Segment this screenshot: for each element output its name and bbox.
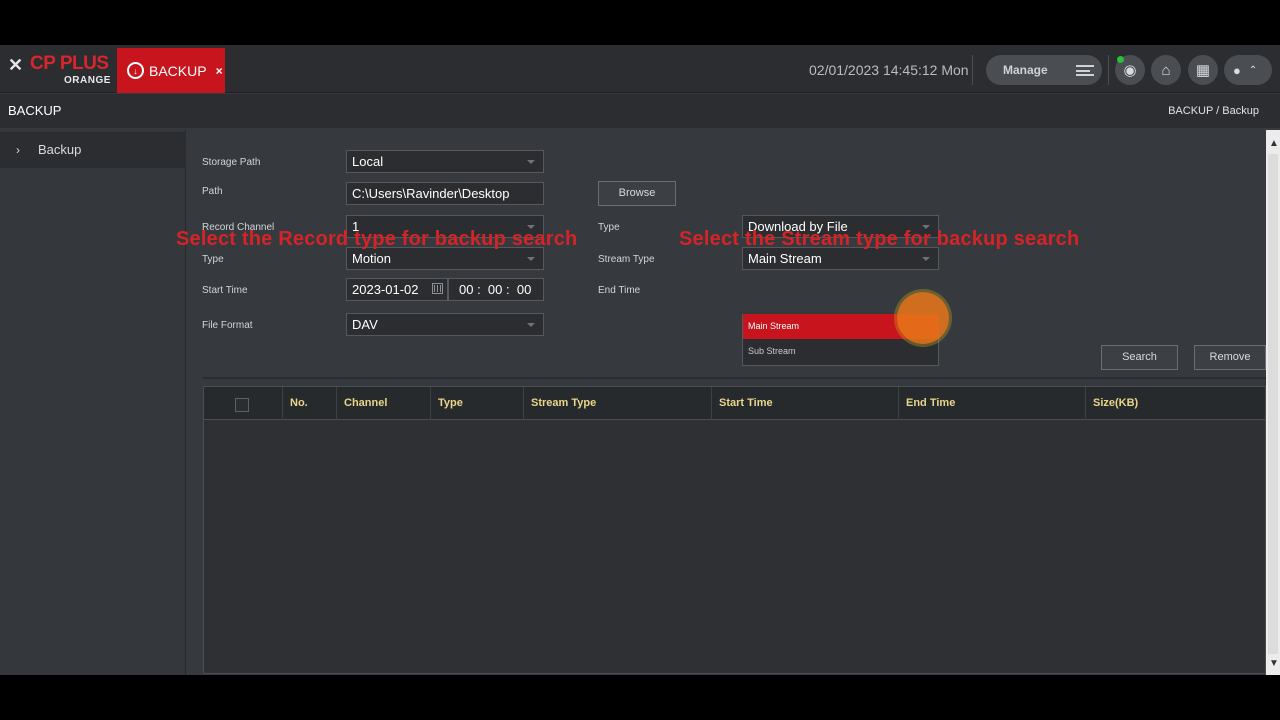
title-bar: BACKUP BACKUP / Backup [0,94,1280,128]
browse-button[interactable]: Browse [598,181,676,206]
column-channel[interactable]: Channel [336,387,430,420]
scrollbar-thumb[interactable] [1268,154,1278,654]
sidebar: › Backup [0,130,186,675]
top-bar: ✕ CP PLUS ORANGE ↓ BACKUP × 02/01/2023 1… [0,45,1280,93]
scroll-up-icon[interactable]: ▲ [1269,138,1279,149]
logo-cross-icon: ✕ [8,55,24,75]
tab-backup[interactable]: ↓ BACKUP × [117,48,225,93]
logo-brand: CP PLUS [30,53,109,74]
download-type-label: Type [598,222,620,233]
table-header: No. Channel Type Stream Type Start Time … [204,387,1265,420]
mouse-cursor-highlight [897,292,949,344]
backup-icon: ↓ [127,62,144,79]
remove-button[interactable]: Remove [1194,345,1266,370]
home-button[interactable]: ⌂ [1151,55,1181,85]
results-table: No. Channel Type Stream Type Start Time … [203,386,1266,674]
sidebar-item-backup[interactable]: › Backup [0,132,186,168]
column-size[interactable]: Size(KB) [1085,387,1265,420]
storage-path-select[interactable]: Local [346,150,544,173]
chevron-up-icon: ⌃ [1248,64,1258,76]
sidebar-item-label: Backup [38,142,82,157]
column-end-time[interactable]: End Time [898,387,1085,420]
menu-icon [1076,65,1094,76]
app-window: ✕ CP PLUS ORANGE ↓ BACKUP × 02/01/2023 1… [0,45,1280,675]
column-type[interactable]: Type [430,387,523,420]
user-icon: ● [1233,62,1241,78]
select-all-checkbox[interactable] [235,398,249,412]
user-menu[interactable]: ● ⌃ [1224,55,1272,85]
column-stream-type[interactable]: Stream Type [523,387,711,420]
start-hour[interactable]: 00 [459,282,473,297]
tab-label: BACKUP [149,62,207,79]
search-button[interactable]: Search [1101,345,1178,370]
close-tab-icon[interactable]: × [216,64,223,78]
home-icon: ⌂ [1161,61,1171,79]
start-time-label: Start Time [202,285,248,296]
start-time-input[interactable]: 00 : 00 : 00 [448,278,544,301]
path-label: Path [202,186,223,197]
divider [1108,55,1109,85]
breadcrumb: BACKUP / Backup [1168,105,1259,117]
option-sub-stream[interactable]: Sub Stream [743,339,938,364]
divider [203,377,1266,379]
manage-label: Manage [1003,63,1048,77]
system-datetime: 02/01/2023 14:45:12 Mon [809,62,969,78]
annotation-record-type: Select the Record type for backup search [176,228,578,250]
vertical-scrollbar[interactable]: ▲ ▼ [1266,130,1280,675]
scroll-down-icon[interactable]: ▼ [1269,658,1279,669]
annotation-stream-type: Select the Stream type for backup search [679,228,1080,250]
qr-button[interactable]: ▦ [1188,55,1218,85]
start-date-value: 2023-01-02 [352,282,419,297]
column-no[interactable]: No. [282,387,337,420]
online-status-dot [1117,56,1124,63]
start-minute[interactable]: 00 [488,282,502,297]
eye-icon: ◉ [1123,62,1137,79]
chevron-right-icon: › [16,143,20,157]
start-date-input[interactable]: 2023-01-02 [346,278,448,301]
file-format-select[interactable]: DAV [346,313,544,336]
record-type-label: Type [202,254,224,265]
storage-path-label: Storage Path [202,157,261,168]
qr-code-icon: ▦ [1195,62,1211,79]
cp-plus-logo: ✕ CP PLUS ORANGE [6,51,110,87]
column-start-time[interactable]: Start Time [711,387,898,420]
start-second[interactable]: 00 [517,282,531,297]
manage-button[interactable]: Manage [986,55,1102,85]
page-title: BACKUP [8,103,62,118]
path-input[interactable]: C:\Users\Ravinder\Desktop [346,182,544,205]
logo-sub: ORANGE [64,75,111,86]
end-time-label: End Time [598,285,641,296]
divider [972,55,973,85]
calendar-icon[interactable] [432,283,443,294]
file-format-label: File Format [202,320,253,331]
stream-type-label: Stream Type [598,254,655,265]
